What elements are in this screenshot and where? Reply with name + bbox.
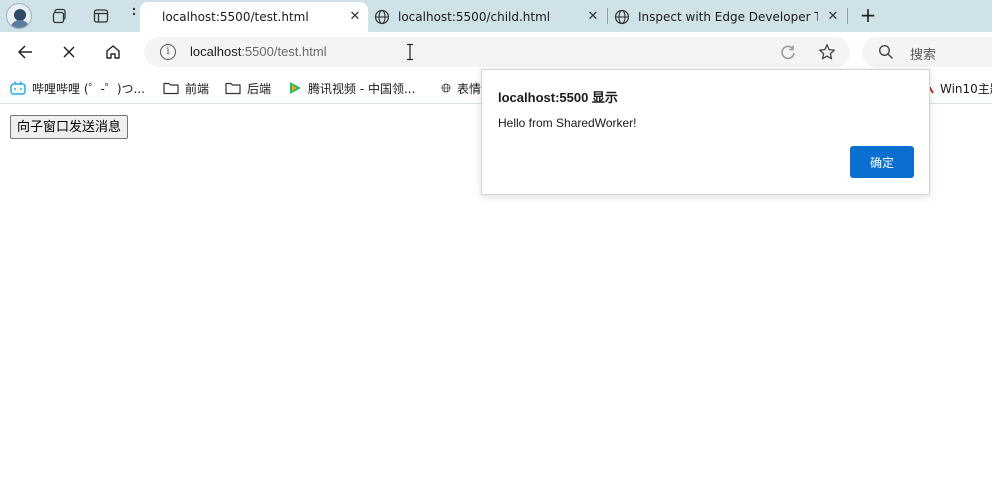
tab-separator (847, 8, 848, 24)
bookmark-label: 表情 (456, 81, 481, 96)
dialog-message: Hello from SharedWorker! (498, 116, 637, 130)
tab-close-icon[interactable]: ✕ (586, 10, 600, 24)
url-text: localhost:5500/test.html (190, 44, 327, 59)
bookmark-label: 后端 (247, 81, 272, 96)
bookmark-label: Win10主题 (940, 81, 992, 96)
bookmark-label: 哔哩哔哩 (゜-゜)つ... (32, 81, 145, 96)
drag-dots-icon (132, 6, 136, 20)
bilibili-icon (10, 81, 26, 95)
bookmark-emoji[interactable]: 表情 (441, 80, 481, 96)
back-icon[interactable] (12, 40, 38, 64)
send-to-child-button[interactable]: 向子窗口发送消息 (10, 115, 129, 139)
search-box[interactable]: 搜索 (862, 37, 992, 67)
bookmark-win10-theme[interactable]: Win10主题 (926, 80, 992, 96)
bookmark-folder-backend[interactable]: 后端 (225, 80, 271, 96)
profile-avatar[interactable] (6, 3, 32, 29)
tab-title: localhost:5500/test.html (162, 10, 309, 24)
alert-dialog: localhost:5500 显示 Hello from SharedWorke… (481, 69, 930, 195)
url-path: :5500/test.html (241, 44, 327, 59)
tab-title: localhost:5500/child.html (398, 10, 551, 24)
tab-strip: localhost:5500/test.html ✕ localhost:550… (0, 0, 992, 32)
dialog-title: localhost:5500 显示 (498, 90, 618, 105)
url-host: localhost (190, 44, 242, 59)
address-bar[interactable]: i localhost:5500/test.html (144, 37, 850, 67)
bookmark-folder-frontend[interactable]: 前端 (163, 80, 209, 96)
folder-icon (225, 82, 241, 95)
tab-title: Inspect with Edge Developer Tool (638, 10, 818, 24)
toolbar: i localhost:5500/test.html 搜索 (0, 32, 992, 72)
search-placeholder: 搜索 (910, 47, 937, 62)
bookmark-tencent-video[interactable]: 腾讯视频 - 中国领... (288, 80, 415, 96)
home-icon[interactable] (100, 40, 126, 64)
favorite-star-icon[interactable] (818, 43, 836, 61)
globe-icon (614, 9, 630, 25)
text-cursor-icon (407, 43, 413, 61)
new-tab-icon[interactable]: + (856, 4, 880, 28)
bookmark-bilibili[interactable]: 哔哩哔哩 (゜-゜)つ... (10, 80, 145, 96)
globe-icon (441, 83, 451, 93)
bookmark-label: 腾讯视频 - 中国领... (308, 81, 416, 96)
reader-refresh-icon[interactable] (780, 44, 796, 60)
search-icon (878, 44, 894, 60)
tab-devtools[interactable]: Inspect with Edge Developer Tool ✕ (608, 2, 846, 32)
tab-close-icon[interactable]: ✕ (348, 10, 362, 24)
globe-icon (374, 9, 390, 25)
dialog-ok-button[interactable]: 确定 (850, 146, 914, 178)
site-info-icon[interactable]: i (160, 44, 176, 60)
bookmark-label: 前端 (185, 81, 210, 96)
tab-actions-icon[interactable] (88, 4, 114, 28)
stop-loading-icon[interactable] (56, 40, 82, 64)
tencent-video-icon (290, 82, 301, 94)
folder-icon (163, 82, 179, 95)
tab-close-icon[interactable]: ✕ (826, 10, 840, 24)
tab-test[interactable]: localhost:5500/test.html ✕ (140, 2, 368, 32)
workspaces-icon[interactable] (47, 4, 73, 28)
tab-child[interactable]: localhost:5500/child.html ✕ (368, 2, 606, 32)
